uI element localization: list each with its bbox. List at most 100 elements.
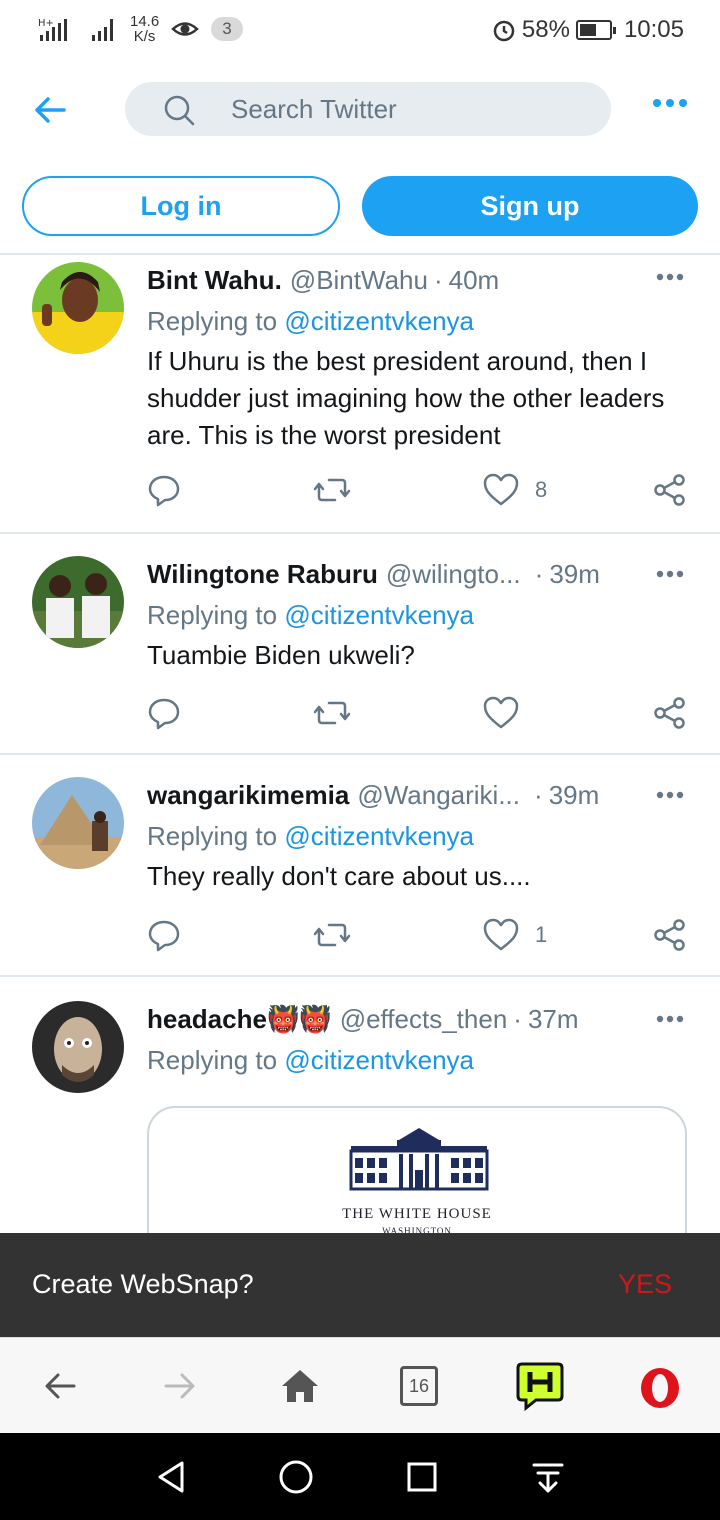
tweet-actions: 1 bbox=[147, 918, 692, 958]
tweet-text: Tuambie Biden ukweli? bbox=[147, 640, 415, 670]
tweet-author-handle[interactable]: @Wangariki... bbox=[357, 778, 520, 812]
share-action[interactable] bbox=[653, 473, 687, 507]
tweet-text: If Uhuru is the best president around, t… bbox=[147, 346, 665, 450]
reply-action[interactable] bbox=[147, 918, 181, 952]
avatar[interactable] bbox=[32, 556, 124, 648]
tweet-more-icon[interactable] bbox=[656, 791, 684, 799]
signal-hplus-icon: H+ bbox=[38, 18, 67, 41]
replying-to-handle[interactable]: @citizentvkenya bbox=[284, 306, 474, 336]
signup-button[interactable]: Sign up bbox=[362, 176, 698, 236]
reply-action[interactable] bbox=[147, 696, 181, 730]
like-action[interactable]: 1 bbox=[483, 918, 547, 952]
tweet-time[interactable]: 39m bbox=[549, 557, 600, 591]
reply-icon[interactable] bbox=[147, 473, 181, 507]
tweet-time[interactable]: 37m bbox=[528, 1002, 579, 1036]
tweet-more-icon[interactable] bbox=[656, 1015, 684, 1023]
auth-buttons: Log in Sign up bbox=[0, 158, 720, 255]
battery-icon bbox=[575, 20, 616, 40]
share-action[interactable] bbox=[653, 696, 687, 730]
retweet-icon[interactable] bbox=[313, 918, 351, 952]
tweet-author-handle[interactable]: @wilingto... bbox=[386, 557, 521, 591]
dot-separator: · bbox=[513, 1004, 522, 1034]
browser-toolbar: 16 bbox=[0, 1337, 720, 1433]
avatar[interactable] bbox=[32, 262, 124, 354]
tweet-more-icon[interactable] bbox=[656, 570, 684, 578]
nav-home-icon[interactable] bbox=[276, 1457, 316, 1497]
avatar[interactable] bbox=[32, 1001, 124, 1093]
back-arrow-icon[interactable] bbox=[30, 90, 70, 130]
nav-back-icon[interactable] bbox=[152, 1457, 192, 1497]
tweet-item[interactable]: wangarikimemia @Wangariki... · 39m Reply… bbox=[0, 755, 720, 977]
browser-forward-icon[interactable] bbox=[162, 1368, 198, 1404]
card-title: THE WHITE HOUSE bbox=[342, 1206, 492, 1222]
tweet-author-name[interactable]: Bint Wahu. bbox=[147, 263, 282, 297]
white-house-logo-icon bbox=[349, 1128, 489, 1191]
opera-menu-icon[interactable] bbox=[638, 1366, 682, 1410]
nav-recents-icon[interactable] bbox=[402, 1457, 442, 1497]
status-bar: H+ 14.6 K/s 3 58% 10:05 bbox=[0, 0, 720, 62]
top-header: Search Twitter bbox=[0, 62, 720, 158]
replying-to: Replying to @citizentvkenya bbox=[147, 820, 690, 852]
home-icon[interactable] bbox=[280, 1366, 320, 1406]
reply-action[interactable] bbox=[147, 473, 181, 507]
speed-unit: K/s bbox=[133, 28, 156, 45]
like-action[interactable] bbox=[483, 696, 535, 730]
heart-icon[interactable] bbox=[483, 473, 519, 507]
share-icon[interactable] bbox=[653, 696, 687, 730]
reply-icon[interactable] bbox=[147, 696, 181, 730]
tabs-button[interactable]: 16 bbox=[400, 1366, 438, 1406]
retweet-action[interactable] bbox=[313, 696, 351, 730]
dot-separator: · bbox=[433, 265, 443, 295]
speed-value: 14.6 bbox=[130, 13, 160, 30]
heart-icon[interactable] bbox=[483, 918, 519, 952]
like-action[interactable]: 8 bbox=[483, 473, 547, 507]
tweet-author-handle[interactable]: @effects_then bbox=[340, 1002, 508, 1036]
heart-icon[interactable] bbox=[483, 696, 519, 730]
replying-to: Replying to @citizentvkenya bbox=[147, 1044, 690, 1076]
status-time: 10:05 bbox=[623, 16, 684, 43]
browser-back-icon[interactable] bbox=[42, 1368, 78, 1404]
retweet-icon[interactable] bbox=[313, 473, 351, 507]
battery-fill bbox=[579, 24, 596, 36]
tweet-item[interactable]: Wilingtone Raburu @wilingto... · 39m Rep… bbox=[0, 534, 720, 755]
like-count: 1 bbox=[535, 922, 548, 947]
replying-to: Replying to @citizentvkenya bbox=[147, 599, 690, 631]
avatar[interactable] bbox=[32, 777, 124, 869]
replying-to-handle[interactable]: @citizentvkenya bbox=[284, 821, 474, 851]
tweet-author-handle[interactable]: @BintWahu bbox=[290, 263, 428, 297]
more-options-icon[interactable] bbox=[652, 98, 688, 108]
tweet-item[interactable]: Bint Wahu. @BintWahu · 40m Replying to @… bbox=[0, 255, 720, 534]
share-icon[interactable] bbox=[653, 918, 687, 952]
retweet-action[interactable] bbox=[313, 918, 351, 952]
replying-prefix: Replying to bbox=[147, 1045, 278, 1075]
websnap-prompt-bar: Create WebSnap? YES bbox=[0, 1233, 720, 1337]
nav-notifications-icon[interactable] bbox=[528, 1457, 568, 1497]
svg-text:H+: H+ bbox=[38, 18, 54, 29]
tweet-author-name[interactable]: Wilingtone Raburu bbox=[147, 557, 378, 591]
share-action[interactable] bbox=[653, 918, 687, 952]
retweet-action[interactable] bbox=[313, 473, 351, 507]
search-input[interactable]: Search Twitter bbox=[231, 94, 397, 125]
tweet-author-name[interactable]: wangarikimemia bbox=[147, 778, 349, 812]
tweet-time[interactable]: 39m bbox=[549, 778, 600, 812]
replying-to: Replying to @citizentvkenya bbox=[147, 305, 690, 337]
search-bar[interactable]: Search Twitter bbox=[125, 82, 611, 136]
tweet-author-name[interactable]: headache👹👹 bbox=[147, 1002, 332, 1036]
tweet-actions bbox=[147, 696, 692, 736]
websnap-yes-button[interactable]: YES bbox=[618, 1269, 672, 1300]
notification-count-badge: 3 bbox=[211, 17, 243, 41]
login-button[interactable]: Log in bbox=[22, 176, 340, 236]
replying-to-handle[interactable]: @citizentvkenya bbox=[284, 1045, 474, 1075]
like-count: 8 bbox=[535, 477, 548, 502]
link-card[interactable]: THE WHITE HOUSE WASHINGTON bbox=[147, 1106, 687, 1246]
tweet-time[interactable]: 40m bbox=[449, 263, 500, 297]
replying-to-handle[interactable]: @citizentvkenya bbox=[284, 600, 474, 630]
alarm-icon bbox=[493, 20, 515, 42]
retweet-icon[interactable] bbox=[313, 696, 351, 730]
replying-prefix: Replying to bbox=[147, 600, 278, 630]
replying-prefix: Replying to bbox=[147, 821, 278, 851]
opera-news-icon[interactable] bbox=[516, 1360, 564, 1412]
tweet-more-icon[interactable] bbox=[656, 273, 684, 281]
reply-icon[interactable] bbox=[147, 918, 181, 952]
share-icon[interactable] bbox=[653, 473, 687, 507]
